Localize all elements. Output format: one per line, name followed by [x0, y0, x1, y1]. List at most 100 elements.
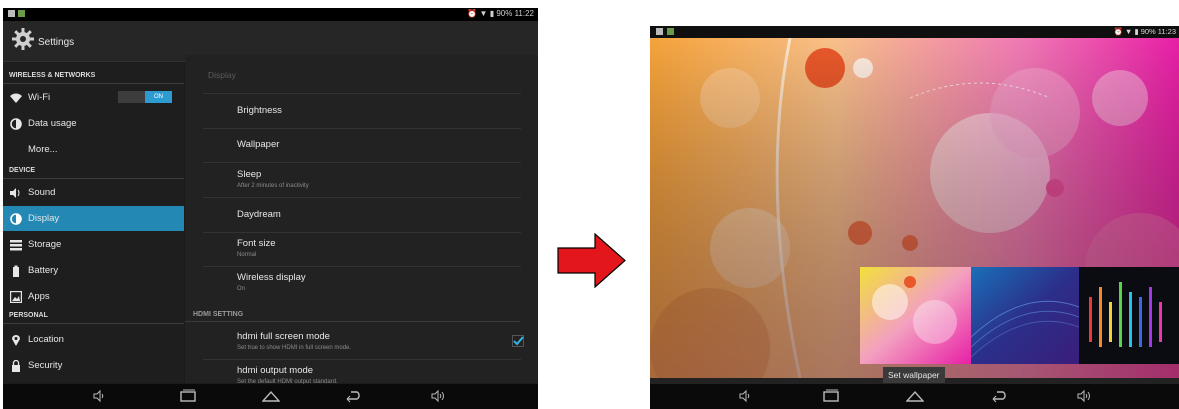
status-right: ⏰ ▼ ▮ 90% 11:22 [467, 9, 534, 18]
sidebar-item-label: Location [28, 334, 64, 345]
settings-categories: WIRELESS & NETWORKS Wi-Fi ON Data usage … [3, 63, 184, 383]
sidebar-item-label: Apps [28, 291, 50, 302]
app-notification-icon [667, 28, 674, 35]
alarm-icon: ⏰ [1113, 27, 1123, 36]
sidebar-item-battery[interactable]: Battery [3, 258, 184, 283]
section-header-device: DEVICE [9, 167, 36, 174]
battery-icon [13, 265, 19, 277]
sidebar-item-label: Storage [28, 239, 62, 250]
setting-hdmi-full-screen[interactable]: hdmi full screen mode Set true to show H… [203, 325, 524, 360]
status-time: 90% 11:22 [496, 9, 534, 18]
wallpaper-thumbnail-2[interactable] [971, 267, 1079, 364]
setting-title: hdmi output mode [237, 365, 314, 376]
setting-title: hdmi full screen mode [237, 331, 330, 342]
setting-subtitle: After 2 minutes of inactivity [237, 183, 309, 189]
wallpaper-thumbnail-3[interactable] [1079, 267, 1179, 364]
status-time: 90% 11:23 [1140, 27, 1176, 36]
setting-title: Daydream [237, 209, 281, 220]
settings-screen: ⏰ ▼ ▮ 90% 11:22 Settings WIRELESS & NETW… [3, 8, 538, 409]
setting-wallpaper[interactable]: Wallpaper [203, 128, 521, 163]
divider [3, 178, 184, 179]
section-header-personal: PERSONAL [9, 312, 48, 319]
setting-brightness[interactable]: Brightness [203, 93, 521, 129]
wallpaper-thumbnail-1[interactable] [860, 267, 971, 364]
setting-subtitle: Normal [237, 252, 257, 258]
wifi-status-icon: ▼ [1124, 27, 1133, 36]
wifi-icon [10, 93, 22, 103]
sidebar-item-display[interactable]: Display [3, 206, 184, 231]
setting-subtitle: Set true to show HDMI in full screen mod… [237, 345, 352, 351]
section-header-wireless: WIRELESS & NETWORKS [9, 72, 96, 79]
storage-icon [10, 240, 22, 251]
arrow-right-icon [557, 233, 626, 288]
app-notification-icon [18, 10, 25, 17]
sidebar-item-sound[interactable]: Sound [3, 180, 184, 205]
sidebar-item-apps[interactable]: Apps [3, 284, 184, 309]
sidebar-item-storage[interactable]: Storage [3, 232, 184, 257]
battery-status-icon: ▮ [489, 9, 495, 18]
sidebar-item-label: Battery [28, 265, 59, 276]
back-icon[interactable] [991, 389, 1009, 403]
back-icon[interactable] [345, 389, 363, 403]
sidebar-item-more[interactable]: More... [3, 137, 184, 162]
sidebar-item-label: Sound [28, 187, 56, 198]
set-wallpaper-button[interactable]: Set wallpaper [883, 367, 945, 383]
sidebar-item-label: Security [28, 360, 63, 371]
notification-icon [656, 28, 663, 35]
volume-down-icon[interactable] [91, 389, 109, 403]
alarm-icon: ⏰ [467, 9, 478, 18]
apps-icon [10, 291, 22, 303]
home-icon[interactable] [906, 389, 924, 403]
volume-up-icon[interactable] [1075, 389, 1093, 403]
panel-header: Display [208, 70, 236, 80]
display-icon [10, 213, 22, 225]
sidebar-item-wifi[interactable]: Wi-Fi ON [3, 85, 184, 110]
setting-title: Brightness [237, 105, 282, 116]
setting-title: Wireless display [237, 272, 306, 283]
page-title: Settings [38, 37, 75, 48]
divider [3, 323, 184, 324]
sound-icon [10, 188, 20, 198]
status-right: ⏰ ▼ ▮ 90% 11:23 [1113, 27, 1176, 36]
wallpaper-picker-screen: ⏰ ▼ ▮ 90% 11:23 Set wallpaper [650, 26, 1179, 409]
setting-subtitle: On [237, 286, 246, 292]
divider [3, 83, 184, 84]
section-header-hdmi: HDMI SETTING [193, 311, 244, 318]
setting-title: Font size [237, 238, 276, 249]
recent-apps-icon[interactable] [822, 389, 840, 403]
sidebar-item-data-usage[interactable]: Data usage [3, 111, 184, 136]
recent-apps-icon[interactable] [179, 389, 197, 403]
setting-font-size[interactable]: Font size Normal [203, 232, 521, 267]
display-settings-panel: Display Brightness Wallpaper Sleep After… [185, 55, 538, 385]
toggle-state: ON [145, 91, 172, 103]
sidebar-item-location[interactable]: Location [3, 327, 184, 352]
home-icon[interactable] [262, 389, 280, 403]
notification-icon [8, 10, 15, 17]
sidebar-item-label: More... [28, 144, 58, 155]
wifi-toggle[interactable]: ON [118, 91, 172, 103]
lock-icon [12, 360, 20, 372]
status-bar: ⏰ ▼ ▮ 90% 11:22 [3, 8, 538, 21]
volume-down-icon[interactable] [737, 389, 755, 403]
check-icon[interactable] [512, 335, 524, 347]
setting-wireless-display[interactable]: Wireless display On [203, 266, 521, 300]
status-bar: ⏰ ▼ ▮ 90% 11:23 [650, 26, 1179, 38]
volume-up-icon[interactable] [429, 389, 447, 403]
setting-title: Wallpaper [237, 139, 280, 150]
navigation-bar [3, 384, 538, 409]
sidebar-item-security[interactable]: Security [3, 353, 184, 378]
gear-icon[interactable] [11, 27, 35, 51]
sidebar-item-label: Display [28, 213, 60, 224]
setting-daydream[interactable]: Daydream [203, 198, 521, 233]
setting-title: Sleep [237, 169, 262, 180]
battery-status-icon: ▮ [1134, 27, 1139, 36]
notification-icons [8, 10, 28, 19]
sidebar-item-label: Data usage [28, 118, 77, 129]
setting-sleep[interactable]: Sleep After 2 minutes of inactivity [203, 163, 521, 198]
navigation-bar [650, 384, 1179, 409]
wifi-status-icon: ▼ [479, 9, 488, 18]
wallpaper-thumbnails [860, 267, 1179, 366]
sidebar-item-label: Wi-Fi [28, 92, 51, 103]
data-usage-icon [10, 118, 22, 130]
divider [185, 321, 520, 322]
